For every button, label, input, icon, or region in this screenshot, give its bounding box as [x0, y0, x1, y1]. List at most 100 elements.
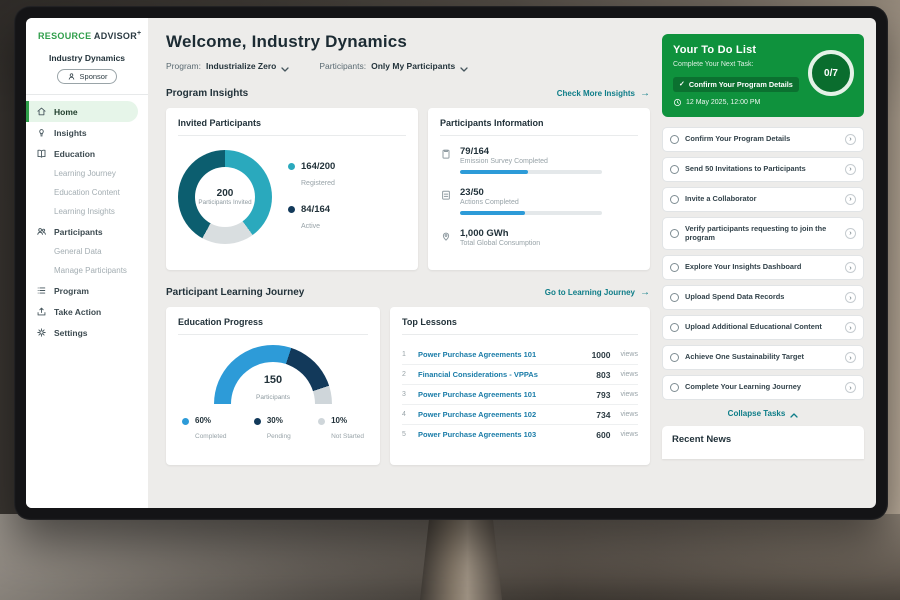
lesson-link[interactable]: Power Purchase Agreements 101 [418, 390, 588, 399]
lesson-row[interactable]: 5 Power Purchase Agreements 103 600 view… [402, 425, 638, 444]
go-to-learning-journey-link[interactable]: Go to Learning Journey → [545, 288, 650, 298]
task-checkbox[interactable] [670, 195, 679, 204]
nav-item-icon [36, 306, 47, 317]
task-row[interactable]: Achieve One Sustainability Target › [662, 345, 864, 370]
learning-journey-header: Participant Learning Journey Go to Learn… [166, 287, 650, 298]
task-row[interactable]: Confirm Your Program Details › [662, 127, 864, 152]
link-label: Go to Learning Journey [545, 288, 635, 297]
task-checkbox[interactable] [670, 383, 679, 392]
legend-label: Active [301, 223, 320, 230]
task-row[interactable]: Upload Additional Educational Content › [662, 315, 864, 340]
sidebar-item-label: Manage Participants [54, 266, 127, 275]
sidebar-item[interactable]: Program [26, 280, 148, 301]
stat-value: 23/50 [460, 187, 602, 198]
chevron-right-icon[interactable]: › [845, 382, 856, 393]
sidebar-item[interactable]: Insights [26, 122, 148, 143]
donut-legend: 164/200 Registered 84/164 Active [288, 161, 335, 233]
task-row[interactable]: Verify participants requesting to join t… [662, 217, 864, 250]
todo-hero-card: Your To Do List Complete Your Next Task:… [662, 34, 864, 117]
chevron-right-icon[interactable]: › [845, 134, 856, 145]
todo-next-task[interactable]: ✓ Confirm Your Program Details [673, 77, 799, 92]
task-checkbox[interactable] [670, 165, 679, 174]
task-row[interactable]: Upload Spend Data Records › [662, 285, 864, 310]
legend-text: 60% Completed [195, 416, 226, 443]
stat-body: 1,000 GWh Total Global Consumption [460, 228, 540, 247]
task-row[interactable]: Complete Your Learning Journey › [662, 375, 864, 400]
chevron-right-icon[interactable]: › [845, 262, 856, 273]
program-filter-label: Program: [166, 61, 201, 71]
task-row[interactable]: Explore Your Insights Dashboard › [662, 255, 864, 280]
task-label: Explore Your Insights Dashboard [685, 262, 839, 272]
participants-filter-dropdown[interactable]: Participants: Only My Participants [319, 61, 468, 71]
filter-bar: Program: Industrialize Zero Participants… [166, 61, 650, 71]
sidebar-item[interactable]: Manage Participants [26, 261, 148, 280]
sidebar-item-label: Learning Journey [54, 169, 116, 178]
progress-bar-fill [460, 170, 528, 174]
chevron-right-icon[interactable]: › [845, 352, 856, 363]
task-checkbox[interactable] [670, 323, 679, 332]
sidebar-item[interactable]: General Data [26, 242, 148, 261]
lesson-link[interactable]: Power Purchase Agreements 102 [418, 410, 588, 419]
stat-body: 79/164 Emission Survey Completed [460, 146, 602, 174]
task-checkbox[interactable] [670, 263, 679, 272]
sidebar-item[interactable]: Education [26, 143, 148, 164]
lesson-link[interactable]: Power Purchase Agreements 103 [418, 430, 588, 439]
top-lessons-card: Top Lessons 1 Power Purchase Agreements … [390, 307, 650, 465]
sidebar-item[interactable]: Participants [26, 221, 148, 242]
chevron-right-icon[interactable]: › [845, 322, 856, 333]
chevron-right-icon[interactable]: › [845, 194, 856, 205]
dashboard-screen: RESOURCE ADVISOR+ Industry Dynamics Spon… [26, 18, 876, 508]
chevron-down-icon [281, 64, 289, 69]
lesson-views-unit: views [620, 351, 638, 358]
lesson-views-unit: views [620, 391, 638, 398]
legend-value: 60% [195, 416, 226, 425]
sidebar-item[interactable]: Take Action [26, 301, 148, 322]
legend-dot [288, 163, 295, 170]
invited-donut-chart: 200 Participants Invited [178, 150, 272, 244]
lesson-link[interactable]: Power Purchase Agreements 101 [418, 350, 584, 359]
legend-value: 84/164 [301, 204, 330, 215]
stat-label: Total Global Consumption [460, 240, 540, 247]
sidebar-item-label: Education [54, 149, 95, 159]
lesson-row[interactable]: 3 Power Purchase Agreements 101 793 view… [402, 385, 638, 405]
stat-global-consumption: 1,000 GWh Total Global Consumption [440, 228, 638, 247]
sidebar-item[interactable]: Learning Insights [26, 202, 148, 221]
page-title: Welcome, Industry Dynamics [166, 32, 650, 52]
lesson-row[interactable]: 4 Power Purchase Agreements 102 734 view… [402, 405, 638, 425]
sidebar-item[interactable]: Education Content [26, 183, 148, 202]
collapse-tasks-link[interactable]: Collapse Tasks [728, 409, 799, 418]
task-checkbox[interactable] [670, 293, 679, 302]
sidebar-item[interactable]: Settings [26, 322, 148, 343]
sponsor-badge[interactable]: Sponsor [57, 69, 118, 84]
task-checkbox[interactable] [670, 353, 679, 362]
sidebar-item-label: General Data [54, 247, 102, 256]
nav-item-icon [36, 285, 47, 296]
legend-dot [318, 418, 325, 425]
chevron-right-icon[interactable]: › [845, 228, 856, 239]
chevron-right-icon[interactable]: › [845, 292, 856, 303]
card-title: Invited Participants [178, 118, 406, 136]
lesson-rank: 3 [402, 391, 410, 398]
task-label: Achieve One Sustainability Target [685, 352, 839, 362]
task-checkbox[interactable] [670, 135, 679, 144]
chevron-right-icon[interactable]: › [845, 164, 856, 175]
sidebar-item[interactable]: Home [26, 101, 138, 122]
check-more-insights-link[interactable]: Check More Insights → [557, 89, 650, 99]
lesson-link[interactable]: Financial Considerations - VPPAs [418, 370, 588, 379]
legend-dot [254, 418, 261, 425]
lesson-row[interactable]: 2 Financial Considerations - VPPAs 803 v… [402, 365, 638, 385]
task-checkbox[interactable] [670, 229, 679, 238]
todo-progress-value: 0/7 [824, 68, 838, 79]
legend-pending: 30% Pending [254, 416, 291, 443]
progress-bar-fill [460, 211, 525, 215]
task-row[interactable]: Send 50 Invitations to Participants › [662, 157, 864, 182]
program-filter-dropdown[interactable]: Program: Industrialize Zero [166, 61, 289, 71]
participants-filter-value: Only My Participants [371, 61, 455, 71]
org-name: Industry Dynamics [26, 53, 148, 63]
lesson-row[interactable]: 1 Power Purchase Agreements 101 1000 vie… [402, 345, 638, 365]
sidebar-item[interactable]: Learning Journey [26, 164, 148, 183]
lesson-views: 734 [596, 410, 610, 420]
task-row[interactable]: Invite a Collaborator › [662, 187, 864, 212]
sidebar-item-label: Education Content [54, 188, 120, 197]
stat-body: 23/50 Actions Completed [460, 187, 602, 215]
